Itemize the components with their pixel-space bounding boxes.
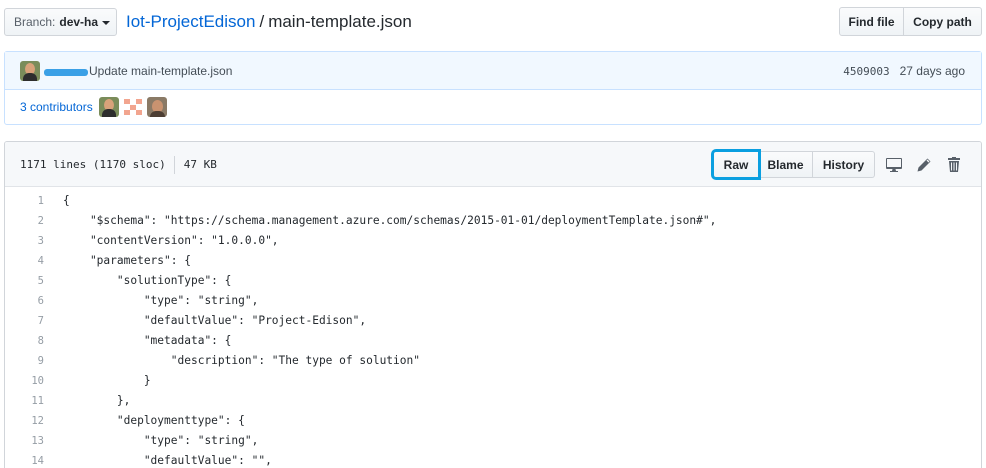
repo-link[interactable]: Iot-ProjectEdison [126,12,255,31]
pencil-icon[interactable] [909,151,939,178]
line-number[interactable]: 11 [5,391,44,411]
code-line: 11 }, [5,391,981,411]
file-viewer: 1171 lines (1170 sloc) 47 KB Raw Blame H… [4,141,982,468]
commit-sha[interactable]: 4509003 [843,65,889,78]
line-content: "contentVersion": "1.0.0.0", [63,234,279,247]
code-line: 10 } [5,371,981,391]
line-content: "metadata": { [63,334,232,347]
file-line-count: 1171 lines (1170 sloc) [20,158,166,171]
blame-button[interactable]: Blame [759,151,813,178]
file-name: main-template.json [268,12,412,31]
branch-prefix: Branch: [14,15,56,29]
line-content: "$schema": "https://schema.management.az… [63,214,717,227]
file-header: 1171 lines (1170 sloc) 47 KB Raw Blame H… [5,142,981,187]
code-line: 6 "type": "string", [5,291,981,311]
breadcrumb: Iot-ProjectEdison / main-template.json [126,10,412,34]
line-content: "description": "The type of solution" [63,354,420,367]
line-number[interactable]: 5 [5,271,44,291]
line-content: } [63,374,151,387]
contributor-avatar[interactable] [146,97,167,117]
breadcrumb-separator: / [259,12,265,31]
line-number[interactable]: 4 [5,251,44,271]
author-avatar[interactable] [20,60,40,81]
line-content: "solutionType": { [63,274,232,287]
contributor-avatar[interactable] [98,97,119,117]
file-size: 47 KB [183,158,217,171]
line-content: "defaultValue": "", [63,454,272,467]
desktop-icon[interactable] [879,151,909,178]
branch-selector-button[interactable]: Branch: dev-ha [4,8,117,36]
file-button-group: Raw Blame History [711,149,875,180]
line-content: "defaultValue": "Project-Edison", [63,314,367,327]
code-line: 14 "defaultValue": "", [5,451,981,468]
line-number[interactable]: 14 [5,451,44,468]
line-content: "type": "string", [63,294,259,307]
line-content: { [63,194,70,207]
branch-name: dev-ha [59,15,99,29]
divider [173,155,175,174]
contributor-avatar[interactable] [122,97,143,117]
line-content: "type": "string", [63,434,259,447]
code-line: 8 "metadata": { [5,331,981,351]
find-file-button[interactable]: Find file [839,7,904,36]
copy-path-button[interactable]: Copy path [904,7,982,36]
code-line: 3 "contentVersion": "1.0.0.0", [5,231,981,251]
code-listing: 1{2 "$schema": "https://schema.managemen… [5,187,981,468]
top-actions: Find file Copy path [839,7,982,36]
line-number[interactable]: 10 [5,371,44,391]
commit-tease: Update main-template.json 4509003 27 day… [4,51,982,125]
line-number[interactable]: 13 [5,431,44,451]
file-info: 1171 lines (1170 sloc) 47 KB [20,142,217,187]
code-line: 1{ [5,191,981,211]
code-line: 12 "deploymenttype": { [5,411,981,431]
commit-message[interactable]: Update main-template.json [89,64,232,78]
redacted-author-name [44,68,88,76]
code-line: 9 "description": "The type of solution" [5,351,981,371]
code-line: 2 "$schema": "https://schema.management.… [5,211,981,231]
line-number[interactable]: 2 [5,211,44,231]
line-number[interactable]: 8 [5,331,44,351]
file-navigation: Branch: dev-ha Iot-ProjectEdison / main-te… [4,7,982,37]
contributors-link[interactable]: 3 contributors [20,100,93,114]
line-content: "deploymenttype": { [63,414,245,427]
trash-icon[interactable] [939,151,969,178]
code-line: 4 "parameters": { [5,251,981,271]
commit-meta: 4509003 27 days ago [843,52,965,90]
line-content: "parameters": { [63,254,191,267]
file-actions: Raw Blame History [711,142,969,187]
code-line: 13 "type": "string", [5,431,981,451]
line-number[interactable]: 12 [5,411,44,431]
line-number[interactable]: 9 [5,351,44,371]
line-number[interactable]: 3 [5,231,44,251]
line-number[interactable]: 1 [5,191,44,211]
commit-header: Update main-template.json 4509003 27 day… [5,52,981,90]
line-content: }, [63,394,131,407]
code-line: 5 "solutionType": { [5,271,981,291]
history-button[interactable]: History [813,151,875,178]
code-line: 7 "defaultValue": "Project-Edison", [5,311,981,331]
line-number[interactable]: 7 [5,311,44,331]
line-number[interactable]: 6 [5,291,44,311]
commit-time: 27 days ago [899,64,965,78]
contributors-row: 3 contributors [5,90,981,124]
caret-down-icon [102,20,111,25]
raw-button[interactable]: Raw [711,149,761,180]
